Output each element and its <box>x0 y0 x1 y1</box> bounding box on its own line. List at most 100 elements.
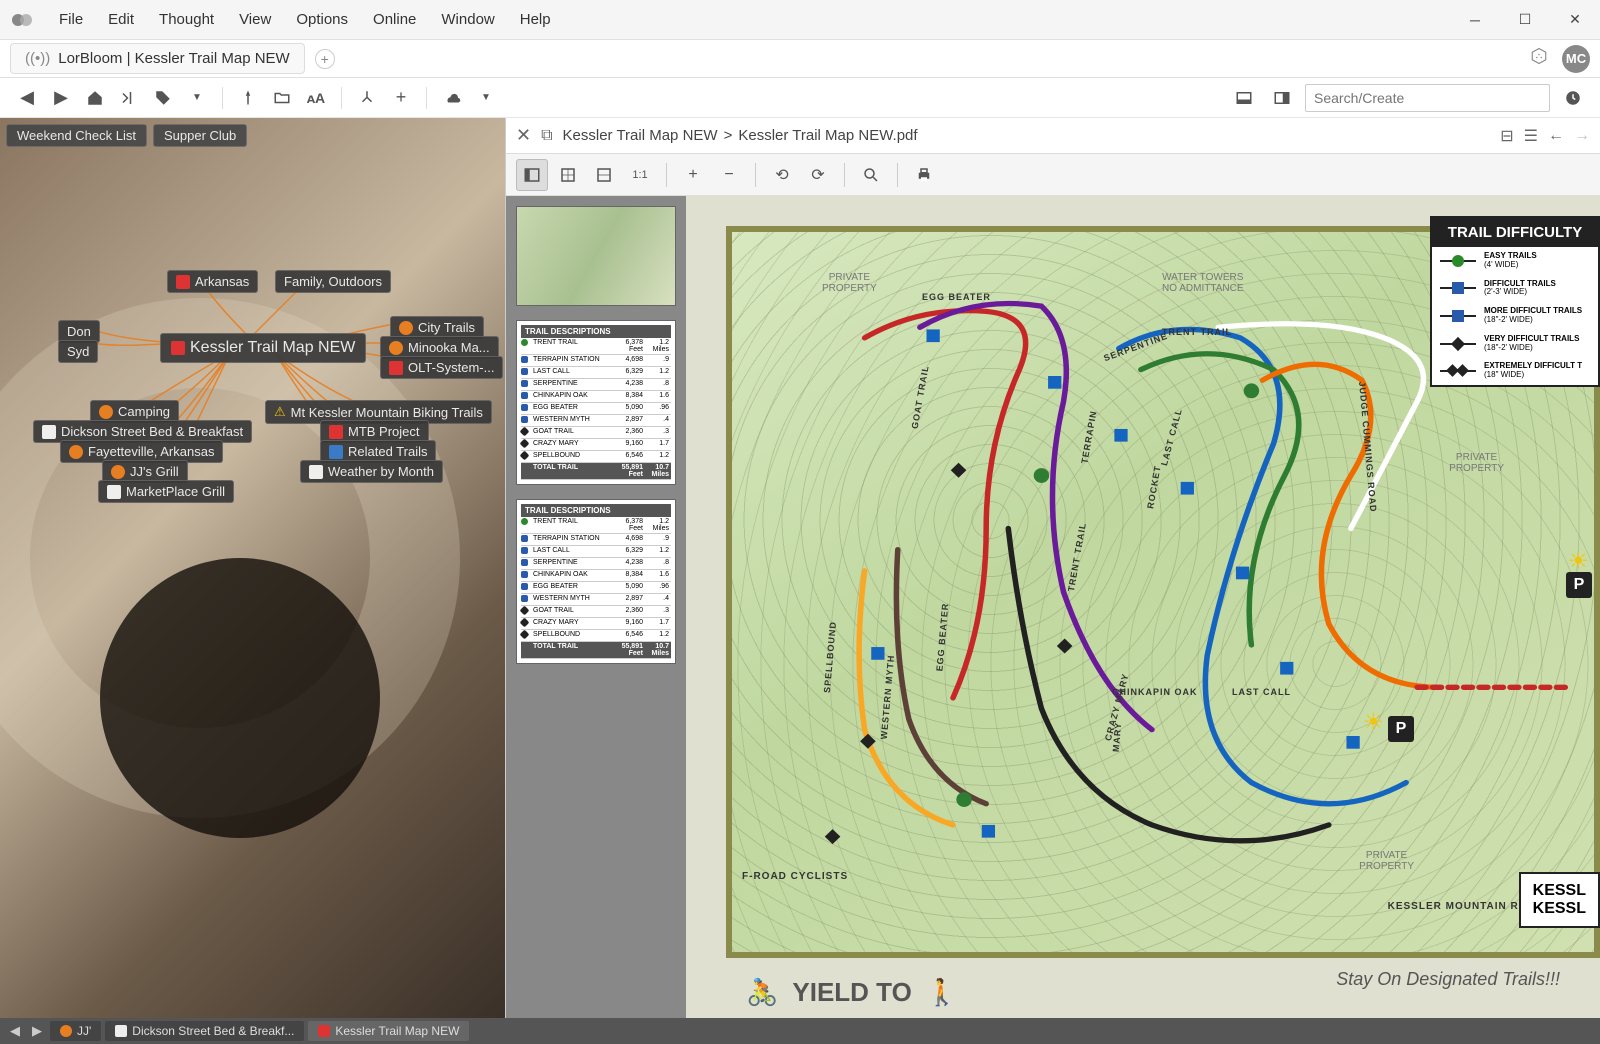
maximize-button[interactable]: ☐ <box>1510 5 1540 35</box>
thumbnail-column[interactable]: TRAIL DESCRIPTIONS TRENT TRAIL6,378 Feet… <box>506 196 686 1018</box>
tag-button[interactable] <box>148 83 178 113</box>
fit-width-button[interactable] <box>588 159 620 191</box>
node-arkansas[interactable]: Arkansas <box>167 270 258 293</box>
rotate-left-button[interactable]: ⟲ <box>766 159 798 191</box>
thumb-table-1[interactable]: TRAIL DESCRIPTIONS TRENT TRAIL6,378 Feet… <box>516 320 676 485</box>
tab-bar: ((•)) LorBloom | Kessler Trail Map NEW +… <box>0 40 1600 78</box>
search-pdf-button[interactable] <box>855 159 887 191</box>
nav-back-icon[interactable]: ← <box>1548 127 1564 145</box>
history-back[interactable]: ◀ <box>6 1023 24 1039</box>
layout-split-icon[interactable] <box>1267 83 1297 113</box>
zoom-out-button[interactable]: − <box>713 159 745 191</box>
history-tab-kessler[interactable]: Kessler Trail Map NEW <box>308 1021 469 1041</box>
recent-button[interactable] <box>114 83 144 113</box>
nav-fwd-icon[interactable]: → <box>1574 127 1590 145</box>
pdf-toolbar: 1:1 + − ⟲ ⟳ <box>506 154 1600 196</box>
new-tab-button[interactable]: + <box>315 49 335 69</box>
forward-button[interactable]: ▶ <box>46 83 76 113</box>
pin-weekend[interactable]: Weekend Check List <box>6 124 147 147</box>
menu-window[interactable]: Window <box>431 7 504 32</box>
thumb-table-2[interactable]: TRAIL DESCRIPTIONS TRENT TRAIL6,378 Feet… <box>516 499 676 664</box>
clock-icon[interactable] <box>1558 83 1588 113</box>
folder-button[interactable] <box>267 83 297 113</box>
menu-edit[interactable]: Edit <box>98 7 144 32</box>
sidebar-toggle-button[interactable] <box>516 159 548 191</box>
home-button[interactable] <box>80 83 110 113</box>
app-logo-icon <box>10 8 34 32</box>
thumb-map[interactable] <box>516 206 676 306</box>
print-button[interactable] <box>908 159 940 191</box>
close-content-button[interactable]: ✕ <box>516 125 531 146</box>
pin-button[interactable] <box>233 83 263 113</box>
node-marketplace[interactable]: MarketPlace Grill <box>98 480 234 503</box>
dice-icon[interactable] <box>1530 47 1554 71</box>
history-fwd[interactable]: ▶ <box>28 1023 46 1039</box>
cyclist-icon: 🚴 <box>746 977 778 1008</box>
actual-size-button[interactable]: 1:1 <box>624 159 656 191</box>
crumb-2[interactable]: Kessler Trail Map NEW.pdf <box>738 127 917 144</box>
cloud-button[interactable] <box>437 83 467 113</box>
trail-label: TRENT TRAIL <box>1162 327 1232 337</box>
menu-view[interactable]: View <box>229 7 281 32</box>
pinned-tags: Weekend Check List Supper Club <box>6 124 247 147</box>
crumb-1[interactable]: Kessler Trail Map NEW <box>563 127 718 144</box>
back-button[interactable]: ◀ <box>12 83 42 113</box>
minimize-button[interactable]: ─ <box>1460 5 1490 35</box>
legend-box: TRAIL DIFFICULTY EASY TRAILS(4' WIDE) DI… <box>1430 216 1600 387</box>
brain-tab[interactable]: ((•)) LorBloom | Kessler Trail Map NEW <box>10 43 305 74</box>
crumb-sep: > <box>724 127 733 144</box>
history-tab-dickson[interactable]: Dickson Street Bed & Breakf... <box>105 1021 304 1041</box>
bg-circle-inner <box>100 558 380 838</box>
node-olt[interactable]: OLT-System-... <box>380 356 503 379</box>
content-panel: ✕ ⧉ Kessler Trail Map NEW > Kessler Trai… <box>505 118 1600 1018</box>
bottom-tab-bar: ◀ ▶ JJ' Dickson Street Bed & Breakf... K… <box>0 1018 1600 1044</box>
pdf-header: ✕ ⧉ Kessler Trail Map NEW > Kessler Trai… <box>506 118 1600 154</box>
parking-icon: P <box>1388 716 1414 742</box>
node-weather[interactable]: Weather by Month <box>300 460 443 483</box>
add-button[interactable]: + <box>386 83 416 113</box>
view-toggle-icon[interactable]: ⊟ <box>1500 126 1513 146</box>
menu-thought[interactable]: Thought <box>149 7 224 32</box>
trailhead-icon: ☀ <box>1567 547 1589 576</box>
list-icon[interactable]: ☰ <box>1524 126 1538 146</box>
plex-panel[interactable]: Weekend Check List Supper Club Arkansas … <box>0 118 505 1018</box>
node-family[interactable]: Family, Outdoors <box>275 270 391 293</box>
pdf-page-view[interactable]: EGG BEATER SERPENTINE TRENT TRAIL GOAT T… <box>686 196 1600 1018</box>
search-input[interactable] <box>1305 84 1550 112</box>
avatar[interactable]: MC <box>1562 45 1590 73</box>
close-button[interactable]: ✕ <box>1560 5 1590 35</box>
node-syd[interactable]: Syd <box>58 340 98 363</box>
menu-help[interactable]: Help <box>510 7 561 32</box>
pin-supper[interactable]: Supper Club <box>153 124 247 147</box>
menu-online[interactable]: Online <box>363 7 426 32</box>
cloud-dropdown[interactable]: ▼ <box>471 83 501 113</box>
private-property-label: PRIVATE PROPERTY <box>1449 452 1504 474</box>
layout-single-icon[interactable] <box>1229 83 1259 113</box>
legend-title: TRAIL DIFFICULTY <box>1432 218 1598 247</box>
main-area: Weekend Check List Supper Club Arkansas … <box>0 118 1600 1018</box>
menu-bar: File Edit Thought View Options Online Wi… <box>49 7 561 32</box>
main-toolbar: ◀ ▶ ▼ ᴀA + ▼ <box>0 78 1600 118</box>
water-tower-label: WATER TOWERS NO ADMITTANCE <box>1162 272 1243 294</box>
tag-dropdown[interactable]: ▼ <box>182 83 212 113</box>
text-size-button[interactable]: ᴀA <box>301 83 331 113</box>
stay-on-trails-label: Stay On Designated Trails!!! <box>1336 969 1560 990</box>
window-controls: ─ ☐ ✕ <box>1460 5 1590 35</box>
branch-button[interactable] <box>352 83 382 113</box>
history-tab-jj[interactable]: JJ' <box>50 1021 101 1041</box>
tab-title: LorBloom | Kessler Trail Map NEW <box>58 50 289 67</box>
popout-icon[interactable]: ⧉ <box>541 127 552 145</box>
private-property-label: PRIVATE PROPERTY <box>1359 850 1414 872</box>
menu-options[interactable]: Options <box>286 7 358 32</box>
breadcrumb: Kessler Trail Map NEW > Kessler Trail Ma… <box>563 127 918 144</box>
trail-label: EGG BEATER <box>922 292 991 302</box>
title-bar: File Edit Thought View Options Online Wi… <box>0 0 1600 40</box>
node-main[interactable]: Kessler Trail Map NEW <box>160 333 366 363</box>
private-property-label: PRIVATE PROPERTY <box>822 272 877 294</box>
pdf-body: TRAIL DESCRIPTIONS TRENT TRAIL6,378 Feet… <box>506 196 1600 1018</box>
fit-page-button[interactable] <box>552 159 584 191</box>
cyclist-label: F-ROAD CYCLISTS <box>742 871 848 882</box>
rotate-right-button[interactable]: ⟳ <box>802 159 834 191</box>
menu-file[interactable]: File <box>49 7 93 32</box>
zoom-in-button[interactable]: + <box>677 159 709 191</box>
